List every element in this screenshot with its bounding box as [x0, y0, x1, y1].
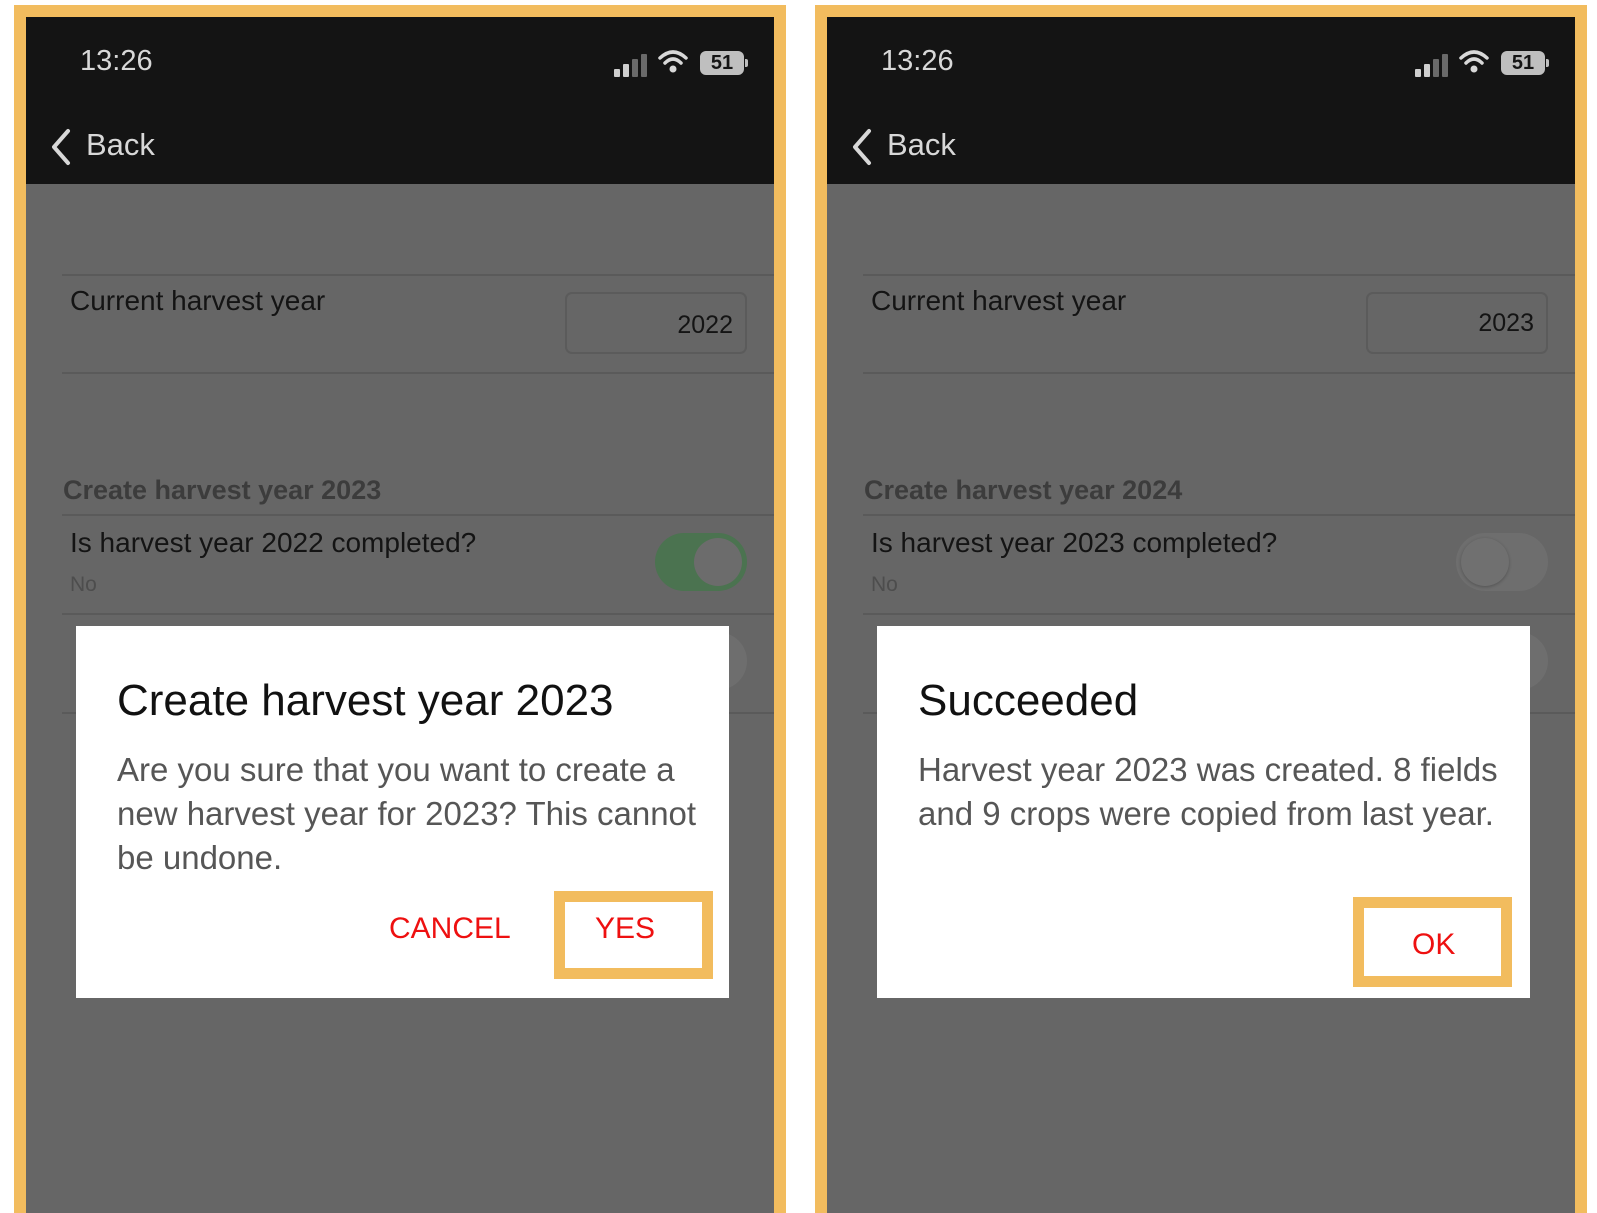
current-harvest-year-label: Current harvest year — [871, 285, 1127, 316]
status-time: 13:26 — [80, 45, 153, 77]
create-section-title: Create harvest year 2023 — [63, 475, 382, 505]
dialog-title: Create harvest year 2023 — [117, 676, 614, 725]
dialog-title: Succeeded — [918, 676, 1139, 725]
status-icons: 51 — [1415, 50, 1549, 77]
cancel-button[interactable]: CANCEL — [389, 912, 511, 946]
completed-toggle[interactable] — [1456, 533, 1548, 591]
divider — [62, 274, 774, 276]
divider — [863, 514, 1575, 516]
top-bar: 13:26 51 Back — [26, 17, 774, 184]
signal-icon — [1415, 69, 1421, 77]
phone-screen-left: 13:26 51 Back Current harvest year 2022 … — [26, 17, 774, 1213]
battery-icon: 51 — [1501, 51, 1549, 75]
completed-question-label: Is harvest year 2023 completed? — [871, 527, 1278, 558]
divider — [62, 613, 774, 615]
completed-question-value: No — [871, 573, 898, 596]
dialog-message: Are you sure that you want to create a n… — [117, 751, 697, 876]
toggle-knob — [1461, 538, 1509, 586]
current-harvest-year-value: 2022 — [677, 311, 733, 339]
completed-question-label: Is harvest year 2022 completed? — [70, 527, 477, 558]
top-bar: 13:26 51 Back — [827, 17, 1575, 184]
wifi-icon — [658, 50, 688, 73]
back-label: Back — [86, 127, 155, 162]
completed-question-value: No — [70, 573, 97, 596]
chevron-left-icon — [853, 129, 871, 165]
dialog-message: Harvest year 2023 was created. 8 fields … — [918, 751, 1498, 832]
divider — [863, 274, 1575, 276]
divider — [863, 613, 1575, 615]
highlight-box-yes — [554, 891, 713, 979]
screenshot-frame-left: 13:26 51 Back Current harvest year 2022 … — [14, 5, 786, 1213]
create-section-title: Create harvest year 2024 — [864, 475, 1183, 505]
signal-icon — [614, 69, 620, 77]
current-harvest-year-field[interactable]: 2022 — [565, 292, 747, 354]
current-harvest-year-field[interactable]: 2023 — [1366, 292, 1548, 354]
wifi-icon — [1459, 50, 1489, 73]
completed-toggle[interactable] — [655, 533, 747, 591]
phone-screen-right: 13:26 51 Back Current harvest year 2023 … — [827, 17, 1575, 1213]
highlight-box-ok — [1353, 897, 1512, 987]
current-harvest-year-label: Current harvest year — [70, 285, 326, 316]
divider — [62, 514, 774, 516]
battery-icon: 51 — [700, 51, 748, 75]
status-time: 13:26 — [881, 45, 954, 77]
divider — [863, 372, 1575, 374]
chevron-left-icon — [52, 129, 70, 165]
toggle-knob — [694, 538, 742, 586]
status-icons: 51 — [614, 50, 748, 77]
screenshot-frame-right: 13:26 51 Back Current harvest year 2023 … — [815, 5, 1587, 1213]
back-label: Back — [887, 127, 956, 162]
current-harvest-year-value: 2023 — [1478, 309, 1534, 337]
divider — [62, 372, 774, 374]
